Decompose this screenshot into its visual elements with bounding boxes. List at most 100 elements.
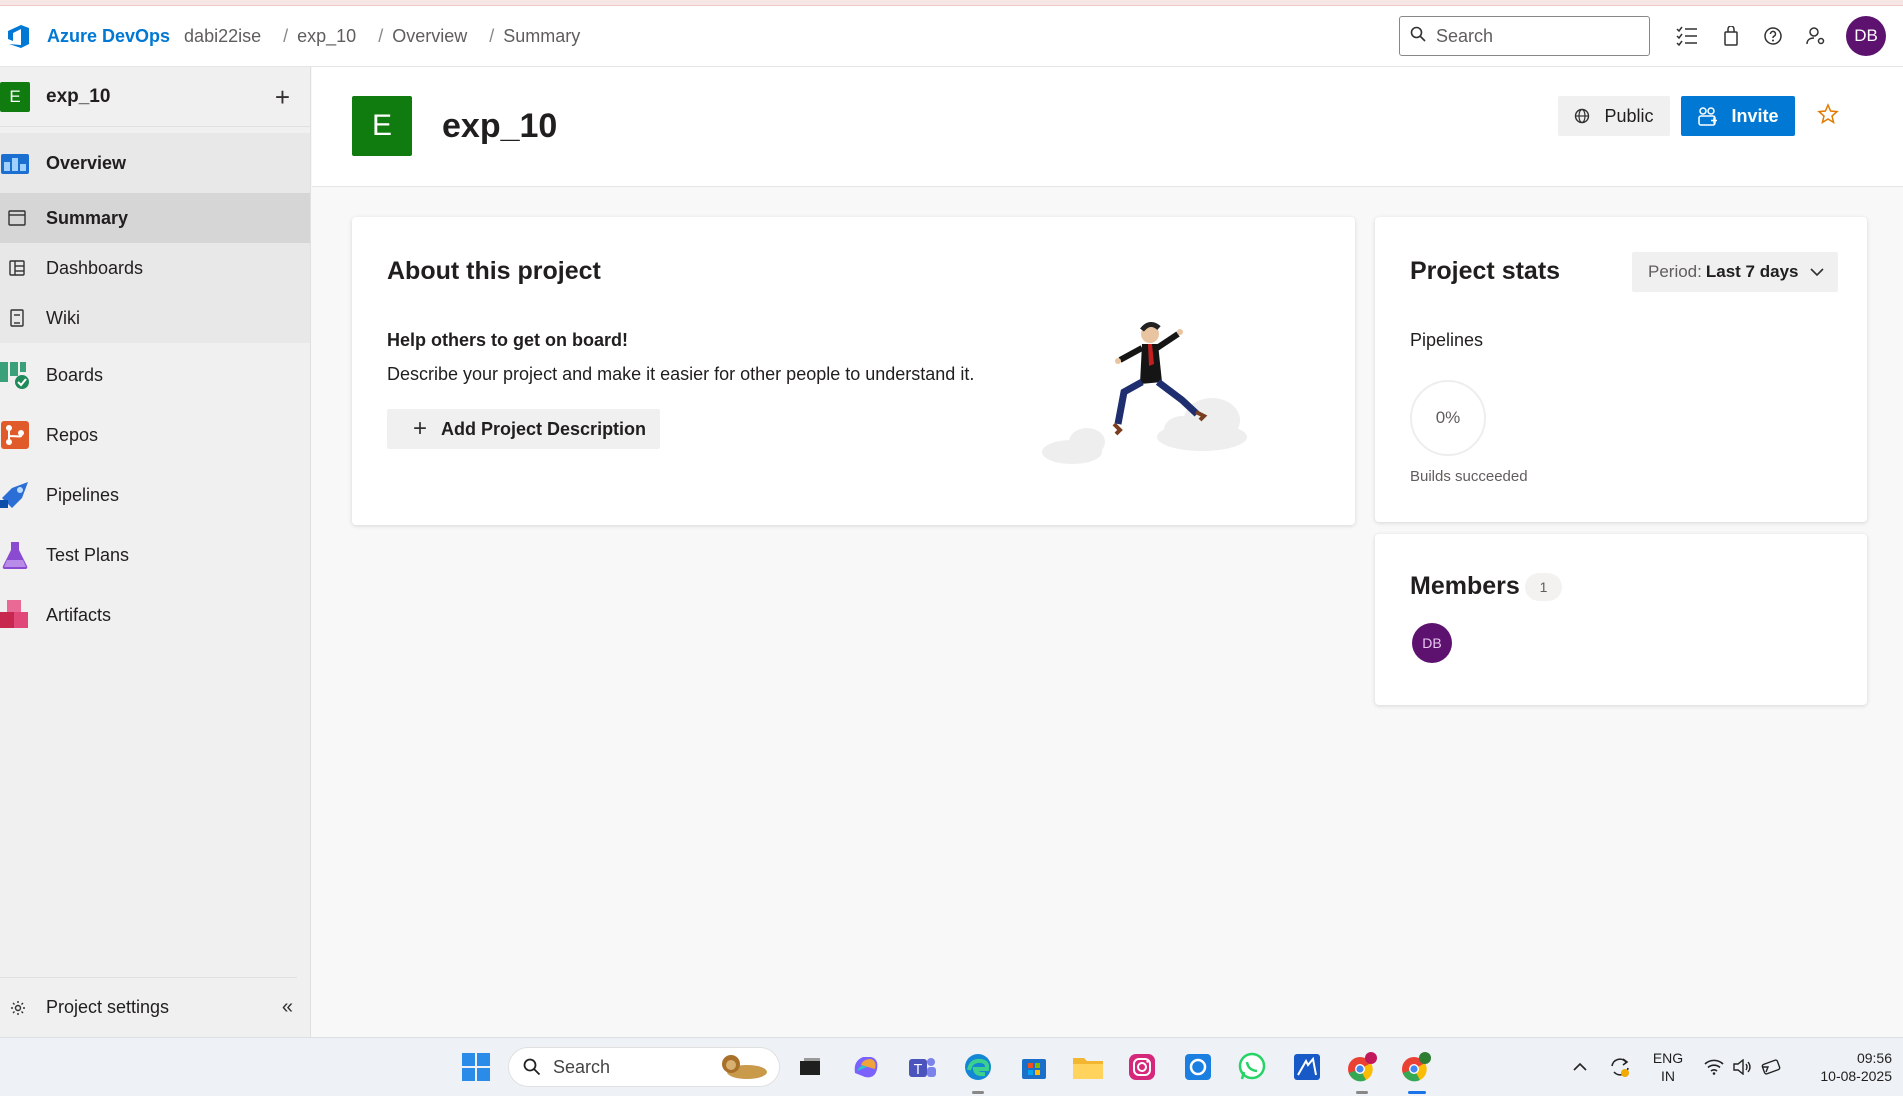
member-avatar[interactable]: DB [1412, 623, 1452, 663]
nav-label: Boards [46, 364, 104, 385]
pipelines-label: Pipelines [1410, 330, 1484, 350]
breadcrumb-separator: / [283, 25, 289, 46]
page-title: exp_10 [442, 107, 558, 145]
user-avatar[interactable]: DB [1846, 16, 1886, 56]
favorite-star-icon[interactable] [1817, 103, 1843, 129]
battery-charging-icon[interactable] [1752, 1049, 1788, 1085]
nav-item-test-plans[interactable]: Test Plans [0, 527, 310, 583]
plus-icon: + [413, 415, 428, 442]
edge-running-indicator [972, 1091, 984, 1094]
period-value: Last 7 days [1705, 262, 1799, 281]
project-badge[interactable]: E [0, 81, 30, 112]
nav-item-repos[interactable]: Repos [0, 407, 310, 463]
repos-icon [0, 420, 30, 450]
chrome-profile-d-icon[interactable] [1398, 1049, 1434, 1085]
nav-item-pipelines[interactable]: Pipelines [0, 467, 310, 523]
dashboards-icon [7, 258, 27, 278]
search-icon [523, 1058, 541, 1076]
nav-item-summary[interactable]: Summary [0, 193, 310, 243]
breadcrumb-separator: / [489, 25, 495, 46]
members-card: Members 1 DB [1375, 534, 1867, 705]
collapse-sidebar-icon[interactable]: « [282, 996, 293, 1019]
clock[interactable]: 09:56 10-08-2025 [1796, 1049, 1892, 1085]
left-navigation: E exp_10 + Overview Summary Dashboards W… [0, 67, 311, 1037]
nav-item-dashboards[interactable]: Dashboards [0, 243, 310, 293]
nav-item-overview[interactable]: Overview [0, 133, 310, 193]
top-header: Azure DevOps dabi22ise / exp_10 / Overvi… [0, 6, 1903, 67]
period-dropdown[interactable]: Period: Last 7 days [1632, 252, 1838, 292]
project-name[interactable]: exp_10 [46, 86, 110, 108]
breadcrumb-org[interactable]: dabi22ise [184, 26, 261, 47]
test-plans-icon [0, 540, 30, 570]
overview-icon [0, 148, 30, 178]
add-project-description-button[interactable]: + Add Project Description [387, 409, 660, 449]
teams-icon[interactable]: T [904, 1049, 940, 1085]
nav-item-artifacts[interactable]: Artifacts [0, 587, 310, 643]
page-header: E exp_10 Public Invite [312, 67, 1903, 187]
clock-date: 10-08-2025 [1820, 1068, 1892, 1084]
nav-label: Repos [46, 424, 99, 445]
invite-label: Invite [1731, 105, 1779, 126]
about-title: About this project [387, 257, 601, 285]
project-avatar: E [352, 96, 412, 156]
windows-taskbar: Search T ENG IN 09:56 10-08-2025 [0, 1037, 1903, 1096]
nav-item-boards[interactable]: Boards [0, 347, 310, 403]
task-view-icon[interactable] [792, 1049, 828, 1085]
windows-start-icon[interactable] [458, 1049, 494, 1085]
boards-icon [0, 360, 30, 390]
artifacts-icon [0, 600, 30, 630]
project-header: E exp_10 + [0, 67, 310, 127]
blue-app-icon[interactable] [1180, 1049, 1216, 1085]
about-description: Describe your project and make it easier… [387, 364, 975, 384]
user-settings-icon[interactable] [1804, 24, 1828, 48]
language-indicator[interactable]: ENG IN [1650, 1049, 1686, 1085]
whatsapp-icon[interactable] [1234, 1049, 1270, 1085]
main-content: E exp_10 Public Invite About this projec… [312, 67, 1903, 1037]
nav-label: Pipelines [46, 484, 120, 505]
project-settings-label: Project settings [46, 997, 170, 1017]
public-label: Public [1604, 105, 1654, 126]
search-input[interactable] [1436, 25, 1636, 47]
breadcrumb-overview[interactable]: Overview [392, 26, 467, 47]
gear-icon [8, 1000, 28, 1016]
breadcrumb-project[interactable]: exp_10 [297, 26, 356, 47]
azure-devops-logo-icon[interactable] [4, 21, 34, 51]
project-stats-card: Project stats Period: Last 7 days Pipeli… [1375, 217, 1867, 522]
breadcrumb-summary[interactable]: Summary [503, 26, 580, 47]
help-icon[interactable] [1761, 24, 1785, 48]
nav-label: Test Plans [46, 544, 130, 565]
language-region: IN [1661, 1068, 1675, 1084]
nav-label: Overview [46, 152, 127, 173]
project-settings[interactable]: Project settings « [0, 977, 297, 1037]
edge-browser-icon[interactable] [960, 1049, 996, 1085]
sync-icon[interactable] [1602, 1049, 1638, 1085]
jumping-man-illustration [1032, 312, 1262, 472]
add-description-label: Add Project Description [441, 418, 647, 439]
instagram-icon[interactable] [1124, 1049, 1160, 1085]
globe-icon [1574, 108, 1590, 124]
microsoft-store-icon[interactable] [1016, 1049, 1052, 1085]
new-item-plus-icon[interactable]: + [275, 84, 290, 110]
breadcrumb-separator: / [378, 25, 384, 46]
azure-data-studio-icon[interactable] [1289, 1049, 1325, 1085]
builds-succeeded-ring[interactable]: 0% [1410, 380, 1486, 456]
chrome-profile-m-icon[interactable] [1344, 1049, 1380, 1085]
public-button[interactable]: Public [1558, 96, 1670, 136]
chrome-running-indicator [1356, 1091, 1368, 1094]
pipelines-icon [0, 480, 30, 510]
nav-label: Dashboards [46, 257, 144, 278]
marketplace-bag-icon[interactable] [1719, 24, 1743, 48]
taskbar-search[interactable]: Search [508, 1047, 780, 1087]
show-hidden-icons-chevron-up-icon[interactable] [1562, 1049, 1598, 1085]
language-code: ENG [1652, 1050, 1684, 1066]
copilot-icon[interactable] [848, 1049, 884, 1085]
about-help-heading: Help others to get on board! [387, 330, 628, 350]
search-box[interactable] [1399, 16, 1650, 56]
builds-succeeded-value: 0% [1435, 408, 1461, 427]
search-icon [1410, 26, 1426, 47]
task-list-icon[interactable] [1675, 24, 1699, 48]
invite-button[interactable]: Invite [1681, 96, 1795, 136]
brand-link[interactable]: Azure DevOps [47, 26, 170, 47]
nav-item-wiki[interactable]: Wiki [0, 293, 310, 343]
file-explorer-icon[interactable] [1070, 1049, 1106, 1085]
